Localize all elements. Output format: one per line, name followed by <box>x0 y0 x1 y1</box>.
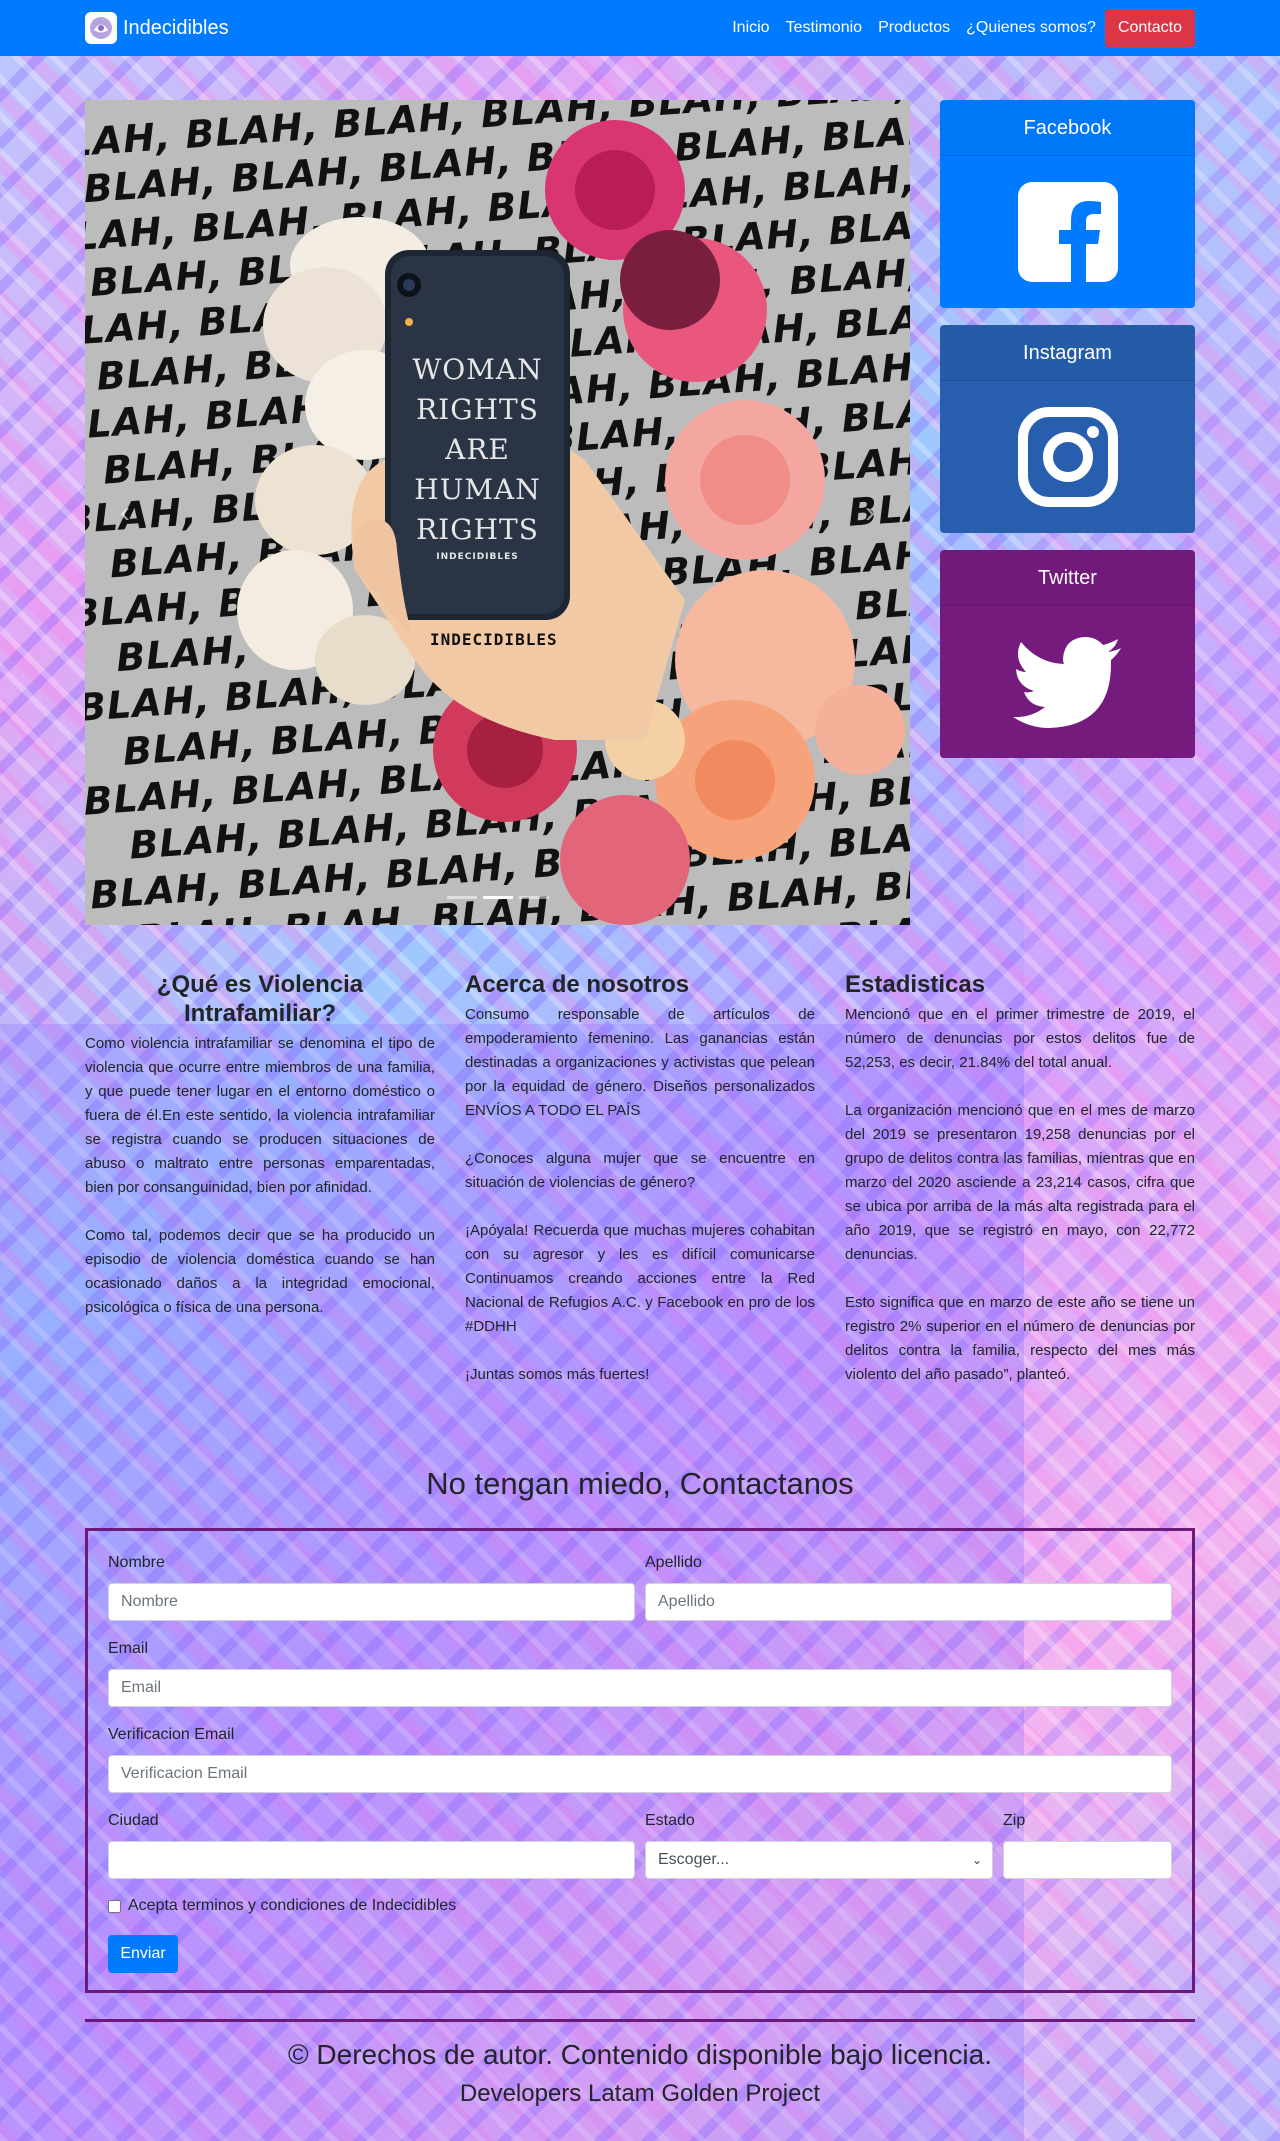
estado-selected-value: Escoger... <box>658 1851 730 1868</box>
acerca-paragraph-1: Consumo responsable de artículos de empo… <box>465 1006 815 1119</box>
footer-copyright: © Derechos de autor. Contenido disponibl… <box>288 2039 992 2070</box>
nav-link-productos[interactable]: Productos <box>870 8 958 48</box>
facebook-card[interactable]: Facebook <box>940 100 1195 308</box>
ciudad-label: Ciudad <box>108 1812 159 1829</box>
estadisticas-section: Estadisticas Mencionó que en el primer t… <box>845 970 1195 1411</box>
zip-input[interactable] <box>1003 1841 1172 1879</box>
ciudad-input[interactable] <box>108 1841 635 1879</box>
nav-link-inicio[interactable]: Inicio <box>724 8 777 48</box>
instagram-card[interactable]: Instagram <box>940 325 1195 533</box>
terms-row: Acepta terminos y condiciones de Indecid… <box>108 1897 456 1915</box>
nombre-input[interactable]: Nombre <box>108 1583 635 1621</box>
chevron-down-icon: ⌄ <box>971 1853 982 1867</box>
estadisticas-title: Estadisticas <box>845 971 986 998</box>
hero-carousel: BLAH, BLAH, BLAH, BLAH, BLAH, BLAH, BLAH… <box>85 100 910 925</box>
apellido-label: Apellido <box>645 1554 702 1571</box>
contact-form: Nombre Nombre Apellido Apellido Email Em… <box>85 1528 1195 1993</box>
terms-checkbox[interactable] <box>108 1899 121 1913</box>
carousel-prev-button[interactable]: ‹ <box>85 100 165 925</box>
brand-link[interactable]: Indecidibles <box>85 12 229 44</box>
apellido-input[interactable]: Apellido <box>645 1583 1172 1621</box>
acerca-paragraph-3: ¡Apóyala! Recuerda que muchas mujeres co… <box>465 1222 815 1335</box>
phone-line-5: RIGHTS <box>416 513 539 546</box>
estado-select[interactable]: Escoger... ⌄ <box>645 1841 993 1879</box>
violencia-section: ¿Qué es Violencia Intrafamiliar? Como vi… <box>85 970 435 1344</box>
estadisticas-paragraph-3: Esto significa que en marzo de este año … <box>845 1294 1195 1383</box>
estadisticas-paragraph-2: La organización mencionó que en el mes d… <box>845 1102 1195 1263</box>
violencia-title: ¿Qué es Violencia Intrafamiliar? <box>156 971 364 1027</box>
facebook-card-title: Facebook <box>940 100 1195 156</box>
estado-label: Estado <box>645 1812 695 1829</box>
twitter-card[interactable]: Twitter <box>940 550 1195 758</box>
phone-case-text: WOMAN RIGHTS ARE HUMAN RIGHTS INDECIDIBL… <box>391 350 564 564</box>
carousel-indicators <box>85 896 910 899</box>
twitter-card-title: Twitter <box>940 550 1195 606</box>
phone-brand: INDECIDIBLES <box>436 552 519 562</box>
contact-title: No tengan miedo, Contactanos <box>426 1466 854 1501</box>
phone-line-1: WOMAN <box>412 353 543 386</box>
contacto-button[interactable]: Contacto <box>1104 9 1195 47</box>
nombre-label: Nombre <box>108 1554 165 1571</box>
estadisticas-paragraph-1: Mencionó que en el primer trimestre de 2… <box>845 1006 1195 1071</box>
footer-divider <box>85 2019 1195 2022</box>
nav-links: Inicio Testimonio Productos ¿Quienes som… <box>724 8 1195 48</box>
email-input[interactable]: Email <box>108 1669 1172 1707</box>
chevron-left-icon: ‹ <box>120 495 130 529</box>
phone-line-4: HUMAN <box>414 473 541 506</box>
carousel-next-button[interactable]: › <box>830 100 910 925</box>
zip-label: Zip <box>1003 1812 1026 1829</box>
nav-link-testimonio[interactable]: Testimonio <box>778 8 870 48</box>
twitter-icon <box>1012 637 1121 728</box>
footer-credits: Developers Latam Golden Project <box>459 2080 821 2107</box>
facebook-icon <box>1017 182 1118 282</box>
brand-logo-icon <box>85 12 117 44</box>
terms-label: Acepta terminos y condiciones de Indecid… <box>128 1897 457 1914</box>
hero-signature: INDECIDIBLES <box>430 630 558 649</box>
navbar: Indecidibles Inicio Testimonio Productos… <box>0 0 1280 56</box>
acerca-title: Acerca de nosotros <box>465 971 690 998</box>
phone-line-3: ARE <box>445 433 510 466</box>
verificacion-email-label: Verificacion Email <box>108 1726 235 1743</box>
violencia-paragraph-1: Como violencia intrafamiliar se denomina… <box>85 1035 435 1196</box>
verificacion-email-input[interactable]: Verificacion Email <box>108 1755 1172 1793</box>
acerca-section: Acerca de nosotros Consumo responsable d… <box>465 970 815 1411</box>
instagram-card-title: Instagram <box>940 325 1195 381</box>
nav-link-quienes-somos[interactable]: ¿Quienes somos? <box>958 8 1104 48</box>
chevron-right-icon: › <box>865 495 875 529</box>
carousel-indicator[interactable] <box>446 896 477 899</box>
brand-name: Indecidibles <box>123 16 229 39</box>
carousel-indicator[interactable] <box>482 896 513 899</box>
email-label: Email <box>108 1640 149 1657</box>
acerca-paragraph-2: ¿Conoces alguna mujer que se encuentre e… <box>465 1150 815 1191</box>
instagram-icon <box>1017 407 1118 507</box>
enviar-button[interactable]: Enviar <box>108 1935 178 1973</box>
acerca-paragraph-4: ¡Juntas somos más fuertes! <box>465 1366 650 1383</box>
phone-line-2: RIGHTS <box>416 393 539 426</box>
carousel-indicator[interactable] <box>518 896 549 899</box>
violencia-paragraph-2: Como tal, podemos decir que se ha produc… <box>85 1227 435 1316</box>
